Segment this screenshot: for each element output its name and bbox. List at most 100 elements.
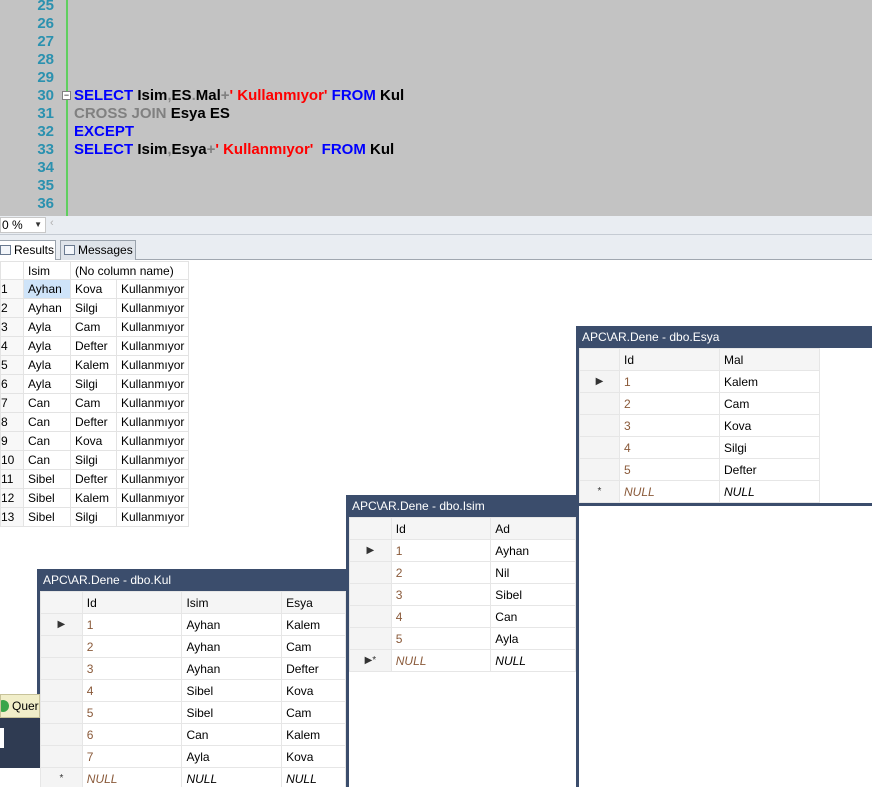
cell-isim[interactable]: Ayhan — [23, 279, 71, 299]
cell-mal[interactable]: Silgi — [70, 374, 117, 394]
table-row[interactable]: 13 Sibel Silgi Kullanmıyor — [0, 507, 190, 527]
cell[interactable]: 5 — [390, 627, 492, 650]
table-grid-esya[interactable]: Id Mal ▶ 1 Kalem 2 Cam 3 Kova 4 Silgi 5 Defter * NULL N… — [579, 348, 820, 503]
table-row[interactable]: 5 Ayla Kalem Kullanmıyor — [0, 355, 190, 375]
cell-status[interactable]: Kullanmıyor — [115, 374, 190, 394]
cell[interactable]: 4 — [619, 436, 720, 459]
table-row[interactable]: 5 Defter — [579, 458, 820, 481]
code-line[interactable]: 36 — [0, 195, 872, 213]
tab-results[interactable]: Results — [0, 240, 56, 260]
table-row[interactable]: 4 Ayla Defter Kullanmıyor — [0, 336, 190, 356]
cell-status[interactable]: Kullanmıyor — [115, 431, 190, 451]
cell-isim[interactable]: Can — [23, 431, 71, 451]
row-selector[interactable] — [579, 458, 620, 481]
code-line[interactable]: 35 — [0, 177, 872, 195]
column-header[interactable]: Ad — [490, 517, 576, 540]
cell-isim[interactable]: Can — [23, 412, 71, 432]
cell[interactable]: 5 — [619, 458, 720, 481]
code-line[interactable]: 33 SELECT Isim,Esya+' Kullanmıyor' FROM K… — [0, 141, 872, 159]
row-selector[interactable] — [349, 561, 392, 584]
row-selector-header[interactable] — [40, 591, 83, 614]
null-cell[interactable]: NULL — [181, 767, 283, 787]
cell-status[interactable]: Kullanmıyor — [115, 450, 190, 470]
table-row[interactable]: 5 Sibel Cam — [40, 701, 346, 724]
table-row[interactable]: 3 Sibel — [349, 583, 576, 606]
zoom-select[interactable]: 0 % ▼ — [0, 217, 46, 233]
cell[interactable]: Defter — [281, 657, 346, 680]
row-selector[interactable] — [40, 701, 83, 724]
cell[interactable]: 2 — [619, 392, 720, 415]
row-selector[interactable] — [40, 657, 83, 680]
cell[interactable]: Defter — [719, 458, 820, 481]
code-line[interactable]: 27 — [0, 33, 872, 51]
cell[interactable]: Cam — [281, 635, 346, 658]
row-number[interactable]: 10 — [0, 450, 24, 470]
table-window-isim[interactable]: APC\AR.Dene - dbo.Isim Id Ad ▶ 1 Ayhan 2 Nil 3 S… — [346, 495, 579, 787]
row-number[interactable]: 13 — [0, 507, 24, 527]
table-row[interactable]: 7 Ayla Kova — [40, 745, 346, 768]
table-row[interactable]: 11 Sibel Defter Kullanmıyor — [0, 469, 190, 489]
table-row[interactable]: 2 Ayhan Cam — [40, 635, 346, 658]
current-row-icon[interactable]: ▶ — [349, 539, 392, 562]
cell-isim[interactable]: Ayla — [23, 317, 71, 337]
new-row[interactable]: ▶* NULL NULL — [349, 649, 576, 672]
cell-mal[interactable]: Kova — [70, 431, 117, 451]
tab-messages[interactable]: Messages — [60, 240, 136, 260]
table-row[interactable]: 3 Kova — [579, 414, 820, 437]
table-row[interactable]: ▶ 1 Kalem — [579, 370, 820, 393]
cell[interactable]: Sibel — [490, 583, 576, 606]
cell[interactable]: Can — [490, 605, 576, 628]
code-line[interactable]: 31 CROSS JOIN Esya ES — [0, 105, 872, 123]
row-selector[interactable] — [349, 605, 392, 628]
cell[interactable]: Kova — [281, 679, 346, 702]
code-line[interactable]: 29 — [0, 69, 872, 87]
window-title[interactable]: APC\AR.Dene - dbo.Isim — [349, 495, 576, 517]
cell[interactable]: Kalem — [281, 613, 346, 636]
row-number[interactable]: 7 — [0, 393, 24, 413]
code-line[interactable]: 32 EXCEPT — [0, 123, 872, 141]
null-cell[interactable]: NULL — [81, 767, 183, 787]
table-row[interactable]: 1 Ayhan Kova Kullanmıyor — [0, 279, 190, 299]
row-selector[interactable] — [40, 723, 83, 746]
cell[interactable]: 2 — [390, 561, 492, 584]
cell[interactable]: 3 — [81, 657, 183, 680]
code-line[interactable]: 34 — [0, 159, 872, 177]
cell-isim[interactable]: Can — [23, 393, 71, 413]
cell-mal[interactable]: Silgi — [70, 298, 117, 318]
collapse-icon[interactable]: − — [62, 91, 71, 100]
query-status-chip[interactable]: Quer — [0, 694, 40, 718]
cell-isim[interactable]: Ayla — [23, 374, 71, 394]
query-editor[interactable]: 25 26 27 28 29 30− SELECT Isim,ES.Mal+' Kullan… — [0, 0, 872, 216]
row-number[interactable]: 6 — [0, 374, 24, 394]
row-selector[interactable] — [349, 583, 392, 606]
cell[interactable]: 2 — [81, 635, 183, 658]
row-number[interactable]: 4 — [0, 336, 24, 356]
cell-status[interactable]: Kullanmıyor — [115, 317, 190, 337]
column-header-isim[interactable]: Isim — [23, 261, 71, 280]
cell[interactable]: Kova — [281, 745, 346, 768]
table-row[interactable]: 6 Ayla Silgi Kullanmıyor — [0, 374, 190, 394]
row-selector-header[interactable] — [349, 517, 392, 540]
cell-mal[interactable]: Defter — [70, 412, 117, 432]
new-row-icon[interactable]: * — [40, 767, 83, 787]
column-header[interactable]: Id — [619, 348, 720, 371]
table-row[interactable]: 9 Can Kova Kullanmıyor — [0, 431, 190, 451]
table-row[interactable]: ▶ 1 Ayhan Kalem — [40, 613, 346, 636]
cell[interactable]: 4 — [81, 679, 183, 702]
cell-status[interactable]: Kullanmıyor — [115, 488, 190, 508]
cell[interactable]: 6 — [81, 723, 183, 746]
cell[interactable]: 1 — [619, 370, 720, 393]
cell-mal[interactable]: Defter — [70, 336, 117, 356]
table-row[interactable]: 2 Ayhan Silgi Kullanmıyor — [0, 298, 190, 318]
row-number[interactable]: 3 — [0, 317, 24, 337]
null-cell[interactable]: NULL — [619, 480, 720, 503]
column-header[interactable]: Isim — [181, 591, 283, 614]
table-row[interactable]: 3 Ayla Cam Kullanmıyor — [0, 317, 190, 337]
code-line[interactable]: 26 — [0, 15, 872, 33]
cell[interactable]: Sibel — [181, 701, 283, 724]
row-selector[interactable] — [579, 436, 620, 459]
row-number-header[interactable] — [0, 261, 24, 280]
row-number[interactable]: 8 — [0, 412, 24, 432]
new-row[interactable]: * NULL NULL NULL — [40, 767, 346, 787]
cell[interactable]: Ayhan — [181, 635, 283, 658]
